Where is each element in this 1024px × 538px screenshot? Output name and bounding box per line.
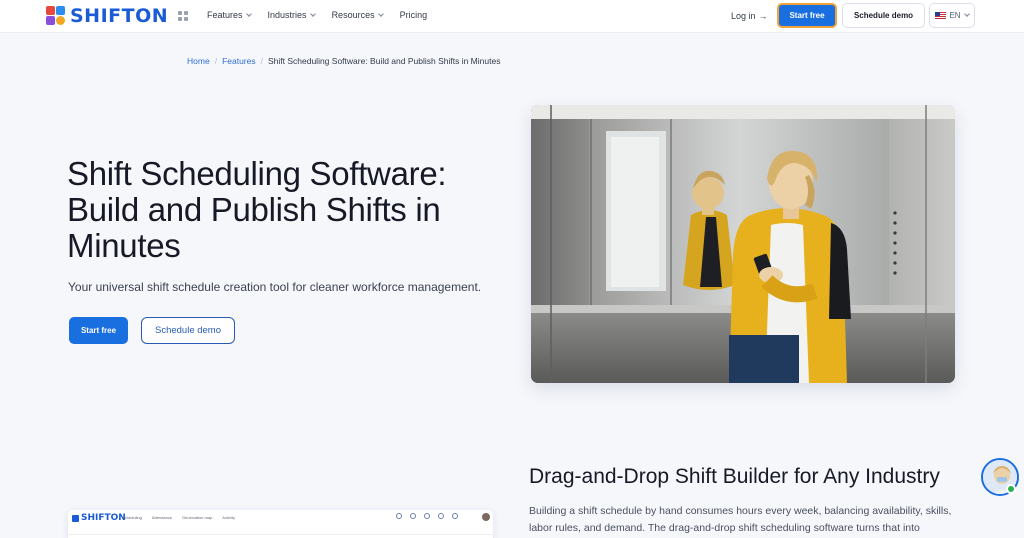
- hero-subtitle: Your universal shift schedule creation t…: [68, 280, 482, 294]
- app-nav-item: Scheduling: [122, 515, 142, 520]
- arrow-right-icon: →: [758, 11, 768, 21]
- start-free-button[interactable]: Start free: [69, 317, 128, 344]
- breadcrumb-current: Shift Scheduling Software: Build and Pub…: [267, 56, 501, 66]
- page-title: Shift Scheduling Software: Build and Pub…: [67, 155, 447, 264]
- us-flag-icon: [935, 12, 947, 19]
- chevron-down-icon: [963, 11, 970, 17]
- chevron-down-icon: [309, 10, 316, 17]
- avatar: [482, 513, 490, 521]
- nav-item-resources[interactable]: Resources: [331, 10, 384, 20]
- section-text: Building a shift schedule by hand consum…: [529, 505, 952, 534]
- shifton-logo[interactable]: SHIFTON: [46, 5, 168, 27]
- nav-item-industries[interactable]: Industries: [267, 10, 316, 20]
- breadcrumb-home[interactable]: Home: [187, 56, 210, 66]
- nav-item-label: Features: [207, 10, 243, 20]
- app-nav-item: Geolocation map: [182, 515, 213, 520]
- app-divider: [68, 534, 493, 535]
- header-start-free-button[interactable]: Start free: [777, 3, 837, 28]
- language-label: EN: [949, 11, 961, 20]
- site-header: SHIFTON Features Industries Resources Pr…: [0, 0, 1024, 33]
- online-status-badge: [1006, 484, 1016, 494]
- login-label: Log in: [731, 11, 756, 21]
- breadcrumb-separator: /: [260, 56, 263, 66]
- app-toolbar-icons: [396, 513, 466, 519]
- language-selector[interactable]: EN: [929, 3, 975, 28]
- app-nav: Scheduling Attendance Geolocation map Ac…: [122, 515, 245, 520]
- main-nav: Features Industries Resources Pricing: [207, 10, 444, 20]
- apps-grid-icon[interactable]: [178, 11, 188, 21]
- nav-item-label: Industries: [267, 10, 307, 20]
- nav-item-label: Pricing: [399, 10, 428, 20]
- schedule-demo-button[interactable]: Schedule demo: [141, 317, 235, 344]
- breadcrumb-separator: /: [214, 56, 218, 66]
- nav-item-features[interactable]: Features: [207, 10, 252, 20]
- logo-mark-icon: [72, 514, 79, 522]
- chevron-down-icon: [377, 10, 384, 17]
- chevron-down-icon: [245, 10, 252, 17]
- app-logo: SHIFTON: [72, 513, 126, 523]
- header-schedule-demo-button[interactable]: Schedule demo: [842, 3, 925, 28]
- nav-item-pricing[interactable]: Pricing: [400, 10, 428, 20]
- breadcrumb: Home / Features / Shift Scheduling Softw…: [187, 56, 500, 66]
- login-link[interactable]: Log in →: [731, 11, 768, 21]
- logo-text: SHIFTON: [70, 5, 169, 27]
- section-title: Drag-and-Drop Shift Builder for Any Indu…: [529, 465, 940, 488]
- app-logo-text: SHIFTON: [81, 513, 126, 523]
- app-nav-item: Activity: [222, 515, 235, 520]
- app-nav-item: Attendance: [151, 515, 173, 520]
- app-screenshot: SHIFTON Scheduling Attendance Geolocatio…: [68, 510, 493, 538]
- logo-mark-icon: [46, 6, 66, 26]
- nav-item-label: Resources: [331, 10, 375, 20]
- hero-image: [531, 105, 955, 383]
- breadcrumb-features[interactable]: Features: [222, 56, 256, 66]
